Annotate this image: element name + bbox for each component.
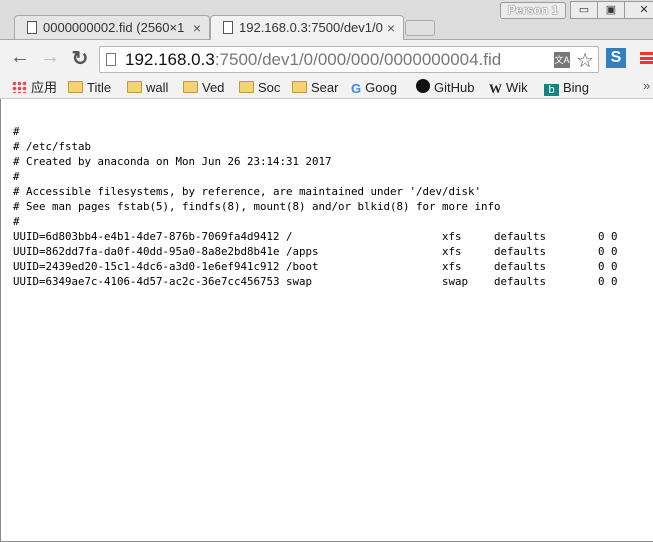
bookmark-5[interactable]: Sear <box>292 79 338 96</box>
bookmark-4[interactable]: Soc <box>239 79 280 96</box>
bookmark-7[interactable]: GitHub <box>416 79 474 96</box>
fstab-field: defaults <box>494 230 547 243</box>
fstab-field: 0 0 <box>598 230 618 243</box>
tab-title: 0000000002.fid (2560×1 <box>43 20 185 35</box>
bookmark-0[interactable]: 应用 <box>12 79 57 96</box>
reload-button[interactable]: ↻ <box>68 46 92 71</box>
fstab-field: 0 0 <box>598 245 618 258</box>
fstab-field: UUID=2439ed20-15c1-4dc6-a3d0-1e6ef941c91… <box>13 260 280 273</box>
bookmark-label: 应用 <box>31 80 58 95</box>
fstab-entry: UUID=862dd7fa-da0f-40dd-95a0-8a8e2bd8b41… <box>13 244 618 259</box>
tab-strip: Person 1 ▭ ▣ ✕ 0000000002.fid (2560×1 × … <box>0 0 653 40</box>
wikipedia-icon: W <box>489 81 502 96</box>
page-icon <box>106 53 116 66</box>
tab-title: 192.168.0.3:7500/dev1/0 <box>239 20 383 35</box>
fstab-field: 0 0 <box>598 260 618 273</box>
file-content: # # /etc/fstab # Created by anaconda on Mo… <box>13 124 618 289</box>
bookmark-label: Goog <box>365 80 397 95</box>
fstab-field: /boot <box>286 260 319 273</box>
comment-line: # Created by anaconda on Mon Jun 26 23:1… <box>13 155 332 168</box>
restore-button[interactable]: ▣ <box>597 1 625 19</box>
extension-icon[interactable]: S <box>606 48 626 68</box>
comment-line: # <box>13 125 20 138</box>
bookmarks-more-button[interactable]: » <box>643 78 650 93</box>
bookmark-label: GitHub <box>434 80 475 95</box>
address-bar[interactable]: 192.168.0.3:7500/dev1/0/000/000/00000000… <box>99 46 599 73</box>
bookmark-1[interactable]: Title <box>68 79 111 96</box>
folder-icon <box>183 81 198 93</box>
fstab-field: UUID=862dd7fa-da0f-40dd-95a0-8a8e2bd8b41… <box>13 245 280 258</box>
comment-line: # See man pages fstab(5), findfs(8), mou… <box>13 200 501 213</box>
fstab-field: swap <box>286 275 313 288</box>
comment-line: # /etc/fstab <box>13 140 92 153</box>
fstab-entry: UUID=6d803bb4-e4b1-4de7-876b-7069fa4d941… <box>13 229 618 244</box>
fstab-entry: UUID=6349ae7c-4106-4d57-ac2c-36e7cc45675… <box>13 274 618 289</box>
google-icon: G <box>351 81 362 96</box>
folder-icon <box>292 81 307 93</box>
fstab-field: /apps <box>286 245 319 258</box>
fstab-field: xfs <box>442 260 462 273</box>
fstab-field: xfs <box>442 230 462 243</box>
fstab-field: UUID=6349ae7c-4106-4d57-ac2c-36e7cc45675… <box>13 275 280 288</box>
translate-icon[interactable]: 文A <box>554 52 570 68</box>
bookmark-3[interactable]: Ved <box>183 79 224 96</box>
close-window-button[interactable]: ✕ <box>624 1 653 19</box>
bookmark-star-icon[interactable]: ☆ <box>576 48 594 73</box>
folder-icon <box>68 81 83 93</box>
url-text[interactable]: 192.168.0.3:7500/dev1/0/000/000/00000000… <box>125 50 501 70</box>
fstab-field: UUID=6d803bb4-e4b1-4de7-876b-7069fa4d941… <box>13 230 280 243</box>
fstab-entry: UUID=2439ed20-15c1-4dc6-a3d0-1e6ef941c91… <box>13 259 618 274</box>
bookmark-label: Title <box>87 80 112 95</box>
new-tab-button[interactable] <box>405 20 435 36</box>
back-button[interactable]: ← <box>8 46 32 69</box>
fstab-field: xfs <box>442 245 462 258</box>
apps-grid-icon <box>12 81 27 93</box>
bookmark-label: Bing <box>563 80 590 95</box>
comment-line: # <box>13 215 20 228</box>
minimize-button[interactable]: ▭ <box>570 1 598 19</box>
close-tab-icon[interactable]: × <box>193 16 201 40</box>
fstab-field: 0 0 <box>598 275 618 288</box>
bookmark-label: Wik <box>506 80 528 95</box>
fstab-field: defaults <box>494 260 547 273</box>
bookmark-6[interactable]: G Goog <box>351 79 397 97</box>
fstab-field: defaults <box>494 245 547 258</box>
comment-line: # Accessible filesystems, by reference, … <box>13 185 482 198</box>
bookmark-9[interactable]: b Bing <box>544 79 589 96</box>
file-icon <box>223 21 233 34</box>
forward-button[interactable]: → <box>38 46 62 69</box>
file-icon <box>27 21 37 34</box>
tab-0000000002[interactable]: 0000000002.fid (2560×1 × <box>14 15 210 40</box>
close-tab-icon[interactable]: × <box>387 16 395 40</box>
toolbar: ← → ↻ 192.168.0.3:7500/dev1/0/000/000/00… <box>0 39 653 77</box>
comment-line: # <box>13 170 20 183</box>
bing-icon: b <box>544 84 559 96</box>
fstab-field: swap <box>442 275 469 288</box>
folder-icon <box>127 81 142 93</box>
bookmark-8[interactable]: W Wik <box>489 79 528 97</box>
menu-icon[interactable] <box>640 52 653 64</box>
bookmark-label: Ved <box>202 80 225 95</box>
fstab-field: / <box>286 230 293 243</box>
bookmark-label: Soc <box>258 80 281 95</box>
bookmarks-bar: » 应用 Title wall Ved Soc Sear G Goog GitHub W Wik b B… <box>0 77 653 99</box>
tab-active[interactable]: 192.168.0.3:7500/dev1/0 × <box>210 15 404 40</box>
folder-icon <box>239 81 254 93</box>
profile-button[interactable]: Person 1 <box>500 2 566 19</box>
github-icon <box>416 79 430 93</box>
fstab-field: defaults <box>494 275 547 288</box>
bookmark-2[interactable]: wall <box>127 79 168 96</box>
bookmark-label: Sear <box>311 80 339 95</box>
bookmark-label: wall <box>146 80 169 95</box>
